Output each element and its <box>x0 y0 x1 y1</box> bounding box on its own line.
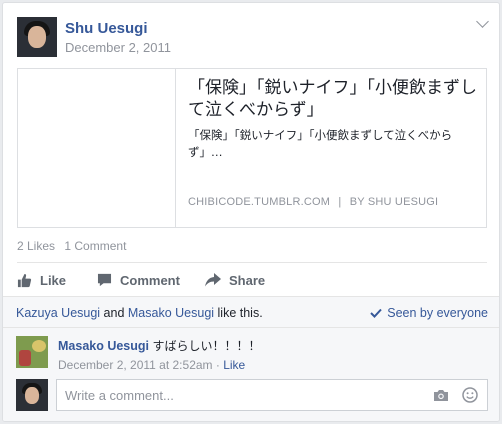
comments-count[interactable]: 1 Comment <box>64 239 126 253</box>
link-separator: | <box>338 196 342 208</box>
camera-icon[interactable] <box>433 389 449 402</box>
commenter-avatar[interactable] <box>16 336 48 368</box>
seen-label: Seen by everyone <box>387 306 488 320</box>
like-thumb-icon <box>17 273 32 287</box>
comment-button[interactable]: Comment <box>97 268 180 292</box>
reaction-counts: 2 Likes 1 Comment <box>17 239 132 253</box>
link-description: 「保険」「鋭いナイフ」「小便飲まずして泣くべからず」… <box>188 128 453 159</box>
post-date[interactable]: December 2, 2011 <box>65 40 171 55</box>
like-label: Like <box>40 272 67 288</box>
link-preview[interactable]: 「保険」「鋭いナイフ」「小便飲まずして泣くべからず」 「保険」「鋭いナイフ」「小… <box>17 68 487 228</box>
smiley-icon[interactable] <box>462 387 478 403</box>
liked-by-suffix: like this. <box>214 306 263 320</box>
link-title[interactable]: 「保険」「鋭いナイフ」「小便飲まずして泣くべからず」 <box>188 77 480 121</box>
share-label: Share <box>229 272 266 288</box>
comment-timestamp[interactable]: December 2, 2011 at 2:52am <box>58 358 213 372</box>
chevron-down-icon[interactable] <box>476 15 489 28</box>
liker-1[interactable]: Kazuya Uesugi <box>16 306 100 320</box>
comment-like-link[interactable]: Like <box>223 358 245 372</box>
link-domain: CHIBICODE.TUMBLR.COM <box>188 196 331 208</box>
liked-by-text: Kazuya Uesugi and Masako Uesugi like thi… <box>16 306 263 320</box>
post-card: Shu Uesugi December 2, 2011 「保険」「鋭いナイフ」「… <box>2 2 500 422</box>
liker-2[interactable]: Masako Uesugi <box>128 306 214 320</box>
share-button[interactable]: Share <box>205 268 265 292</box>
comments-section: Masako Uesugi すばらしい！！！！ December 2, 2011… <box>3 328 499 421</box>
seen-by-everyone[interactable]: Seen by everyone <box>370 306 488 320</box>
author-avatar[interactable] <box>17 17 57 57</box>
likes-count[interactable]: 2 Likes <box>17 239 55 253</box>
author-name[interactable]: Shu Uesugi <box>65 20 148 37</box>
divider <box>17 262 487 263</box>
link-byline: BY SHU UESUGI <box>349 196 439 208</box>
link-source: CHIBICODE.TUMBLR.COM | BY SHU UESUGI <box>188 196 438 208</box>
liked-by-and: and <box>100 306 128 320</box>
my-avatar <box>16 379 48 411</box>
comment-body: Masako Uesugi すばらしい！！！！ <box>58 337 261 354</box>
share-arrow-icon <box>205 273 221 287</box>
comment-meta: December 2, 2011 at 2:52am · Like <box>58 358 245 372</box>
comment-meta-dot: · <box>212 358 224 372</box>
like-button[interactable]: Like <box>17 268 66 292</box>
comment-text: すばらしい！！！！ <box>152 339 261 353</box>
checkmark-icon <box>370 308 382 318</box>
comment-bubble-icon <box>97 273 112 287</box>
link-thumbnail[interactable] <box>18 69 176 227</box>
comment-author[interactable]: Masako Uesugi <box>58 339 149 353</box>
comment-input[interactable] <box>56 379 488 411</box>
action-bar: Like Comment Share <box>17 268 487 292</box>
liked-by-row: Kazuya Uesugi and Masako Uesugi like thi… <box>3 296 499 328</box>
comment-label: Comment <box>120 272 180 288</box>
